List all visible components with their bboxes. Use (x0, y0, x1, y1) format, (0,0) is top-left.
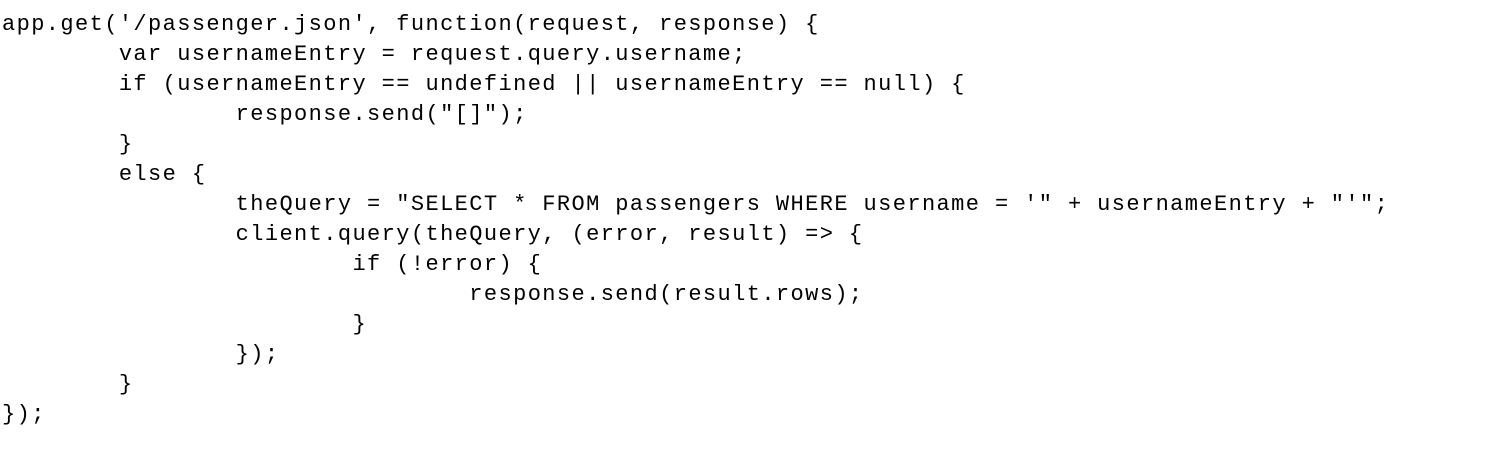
code-line-11: } (2, 312, 368, 337)
code-line-9: if (!error) { (2, 252, 543, 277)
code-line-7: theQuery = "SELECT * FROM passengers WHE… (2, 192, 1390, 217)
code-line-6: else { (2, 162, 207, 187)
code-line-13: } (2, 372, 134, 397)
code-line-2: var usernameEntry = request.query.userna… (2, 42, 747, 67)
code-line-14: }); (2, 402, 46, 427)
code-line-5: } (2, 132, 134, 157)
code-snippet: app.get('/passenger.json', function(requ… (0, 0, 1506, 460)
code-line-12: }); (2, 342, 280, 367)
code-line-1: app.get('/passenger.json', function(requ… (2, 12, 820, 37)
code-line-10: response.send(result.rows); (2, 282, 864, 307)
code-line-3: if (usernameEntry == undefined || userna… (2, 72, 966, 97)
code-line-8: client.query(theQuery, (error, result) =… (2, 222, 864, 247)
code-line-4: response.send("[]"); (2, 102, 528, 127)
